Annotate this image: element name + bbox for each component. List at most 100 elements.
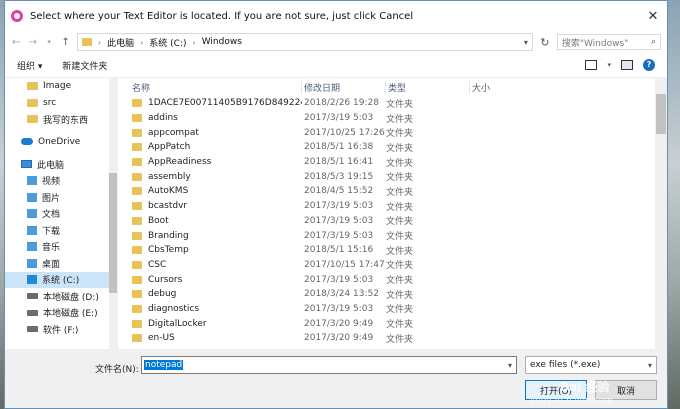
file-row[interactable]: addins 2017/3/19 5:03 文件夹 <box>118 111 667 126</box>
preview-pane-icon[interactable] <box>621 60 633 70</box>
breadcrumb-windows[interactable]: Windows <box>202 37 242 47</box>
organize-button[interactable]: 组织 ▾ <box>17 59 42 72</box>
filename-label: 文件名(N): <box>95 365 139 375</box>
sidebar-item[interactable]: src <box>5 95 117 112</box>
recent-dropdown-icon[interactable]: ▾ <box>44 38 54 46</box>
file-row[interactable]: DigitalLocker 2017/3/20 9:49 文件夹 <box>118 316 667 331</box>
file-row[interactable]: AppPatch 2018/5/1 16:38 文件夹 <box>118 140 667 155</box>
file-type: 文件夹 <box>386 129 414 140</box>
file-row[interactable]: assembly 2018/5/3 19:15 文件夹 <box>118 169 667 184</box>
file-date: 2018/3/24 13:52 <box>304 289 379 300</box>
file-row[interactable]: AppReadiness 2018/5/1 16:41 文件夹 <box>118 155 667 170</box>
file-name-cell: Boot <box>118 216 302 226</box>
file-row[interactable]: bcastdvr 2017/3/19 5:03 文件夹 <box>118 199 667 214</box>
back-arrow-icon[interactable]: ← <box>11 37 21 48</box>
sidebar-item-label: OneDrive <box>38 136 81 147</box>
folder-icon <box>132 275 142 284</box>
chevron-down-icon[interactable]: ▾ <box>508 361 512 370</box>
sidebar-item-label: 软件 (F:) <box>43 325 79 336</box>
search-placeholder: 搜索"Windows" <box>561 38 629 49</box>
folder-icon <box>132 304 142 313</box>
sidebar-item[interactable]: 此电脑 <box>5 156 117 173</box>
sidebar-item[interactable]: 我写的东西 <box>5 111 117 128</box>
file-date: 2017/3/20 9:49 <box>304 333 374 344</box>
file-date: 2017/3/19 5:03 <box>304 230 374 241</box>
drive-icon <box>27 293 38 300</box>
sidebar-item[interactable]: 下载 <box>5 222 117 239</box>
close-button[interactable]: ✕ <box>639 1 667 31</box>
chevron-down-icon[interactable]: ▾ <box>607 61 611 69</box>
file-row[interactable]: debug 2018/3/24 13:52 文件夹 <box>118 287 667 302</box>
sidebar-item[interactable]: Image <box>5 78 117 95</box>
folder-icon <box>132 128 142 137</box>
sidebar-item[interactable]: 本地磁盘 (D:) <box>5 288 117 305</box>
column-date[interactable]: 修改日期 <box>302 80 386 94</box>
file-row[interactable]: diagnostics 2017/3/19 5:03 文件夹 <box>118 302 667 317</box>
file-row[interactable]: CSC 2017/10/15 17:47 文件夹 <box>118 258 667 273</box>
file-row[interactable]: appcompat 2017/10/25 17:26 文件夹 <box>118 125 667 140</box>
search-input[interactable]: 搜索"Windows" ⌕ <box>556 34 662 50</box>
sidebar-item[interactable]: OneDrive <box>5 134 117 151</box>
sidebar-item[interactable]: 视频 <box>5 173 117 190</box>
sidebar-item-label: 本地磁盘 (D:) <box>43 292 99 303</box>
file-name: assembly <box>148 171 191 182</box>
sidebar-item[interactable]: 本地磁盘 (E:) <box>5 305 117 322</box>
column-size[interactable]: 大小 <box>470 81 550 94</box>
file-name: 1DACE7E00711405B9176D849224E69... <box>148 98 302 109</box>
address-bar[interactable]: › 此电脑 › 系统 (C:) › Windows ▾ <box>76 33 533 51</box>
file-date: 2018/5/3 19:15 <box>304 171 374 182</box>
column-name[interactable]: 名称 <box>118 80 302 94</box>
column-type[interactable]: 类型 <box>386 80 470 94</box>
navigation-pane: Image src 我写的东西 OneDrive 此电脑视频 图片文档 下载 音乐 桌面 系统 (… <box>5 78 118 350</box>
sidebar-item[interactable]: 系统 (C:) <box>5 271 117 288</box>
file-row[interactable]: CbsTemp 2018/5/1 15:16 文件夹 <box>118 243 667 258</box>
file-row[interactable]: Branding 2017/3/19 5:03 文件夹 <box>118 228 667 243</box>
file-date: 2017/3/19 5:03 <box>304 215 374 226</box>
help-icon[interactable]: ? <box>643 59 655 71</box>
file-name-cell: bcastdvr <box>118 201 302 211</box>
music-icon <box>27 242 37 252</box>
file-name: Branding <box>148 230 189 241</box>
file-row[interactable]: en-US 2017/3/20 9:49 文件夹 <box>118 331 667 346</box>
windows-drive-icon <box>27 275 37 285</box>
sidebar-item[interactable]: 文档 <box>5 206 117 223</box>
file-name: diagnostics <box>148 303 200 314</box>
sidebar-scroll-thumb[interactable] <box>109 173 117 293</box>
folder-icon <box>132 143 142 152</box>
file-type: 文件夹 <box>386 217 414 228</box>
sidebar-item[interactable]: 图片 <box>5 189 117 206</box>
filetype-select[interactable]: exe files (*.exe) ▾ <box>525 356 657 374</box>
file-row[interactable]: 1DACE7E00711405B9176D849224E69...2018/2/… <box>118 96 667 111</box>
refresh-icon[interactable]: ↻ <box>539 36 551 49</box>
file-date: 2018/5/1 16:41 <box>304 157 374 168</box>
folder-icon <box>132 99 142 108</box>
sidebar-item[interactable]: 桌面 <box>5 255 117 272</box>
file-type: 文件夹 <box>386 114 414 125</box>
folder-icon <box>27 98 38 107</box>
breadcrumb-c-drive[interactable]: 系统 (C:) <box>149 36 186 49</box>
new-folder-button[interactable]: 新建文件夹 <box>62 59 107 72</box>
up-arrow-icon[interactable]: ↑ <box>60 37 70 48</box>
file-type: 文件夹 <box>386 290 414 301</box>
file-name-cell: diagnostics <box>118 304 302 314</box>
filename-input[interactable]: notepad ▾ <box>141 356 517 374</box>
chevron-down-icon[interactable]: ▾ <box>524 38 528 47</box>
file-row[interactable]: Cursors 2017/3/19 5:03 文件夹 <box>118 272 667 287</box>
file-type: 文件夹 <box>386 187 414 198</box>
close-icon: ✕ <box>647 8 659 24</box>
view-options-icon[interactable] <box>585 60 598 70</box>
list-scroll-thumb[interactable] <box>656 94 666 134</box>
sidebar-item[interactable]: 软件 (F:) <box>5 321 117 338</box>
breadcrumb-this-pc[interactable]: 此电脑 <box>107 36 134 49</box>
file-name-cell: CbsTemp <box>118 245 302 255</box>
sidebar-item[interactable]: 音乐 <box>5 239 117 256</box>
file-row[interactable]: Boot 2017/3/19 5:03 文件夹 <box>118 214 667 229</box>
sidebar-item-label: 文档 <box>42 210 61 221</box>
file-type: 文件夹 <box>386 261 414 272</box>
file-row[interactable]: AutoKMS 2018/4/5 15:52 文件夹 <box>118 184 667 199</box>
folder-icon <box>132 202 142 211</box>
title-bar: Select where your Text Editor is located… <box>5 1 667 31</box>
file-dialog: Select where your Text Editor is located… <box>4 0 668 409</box>
sidebar-item-label: 视频 <box>42 177 61 188</box>
forward-arrow-icon[interactable]: → <box>27 37 37 48</box>
